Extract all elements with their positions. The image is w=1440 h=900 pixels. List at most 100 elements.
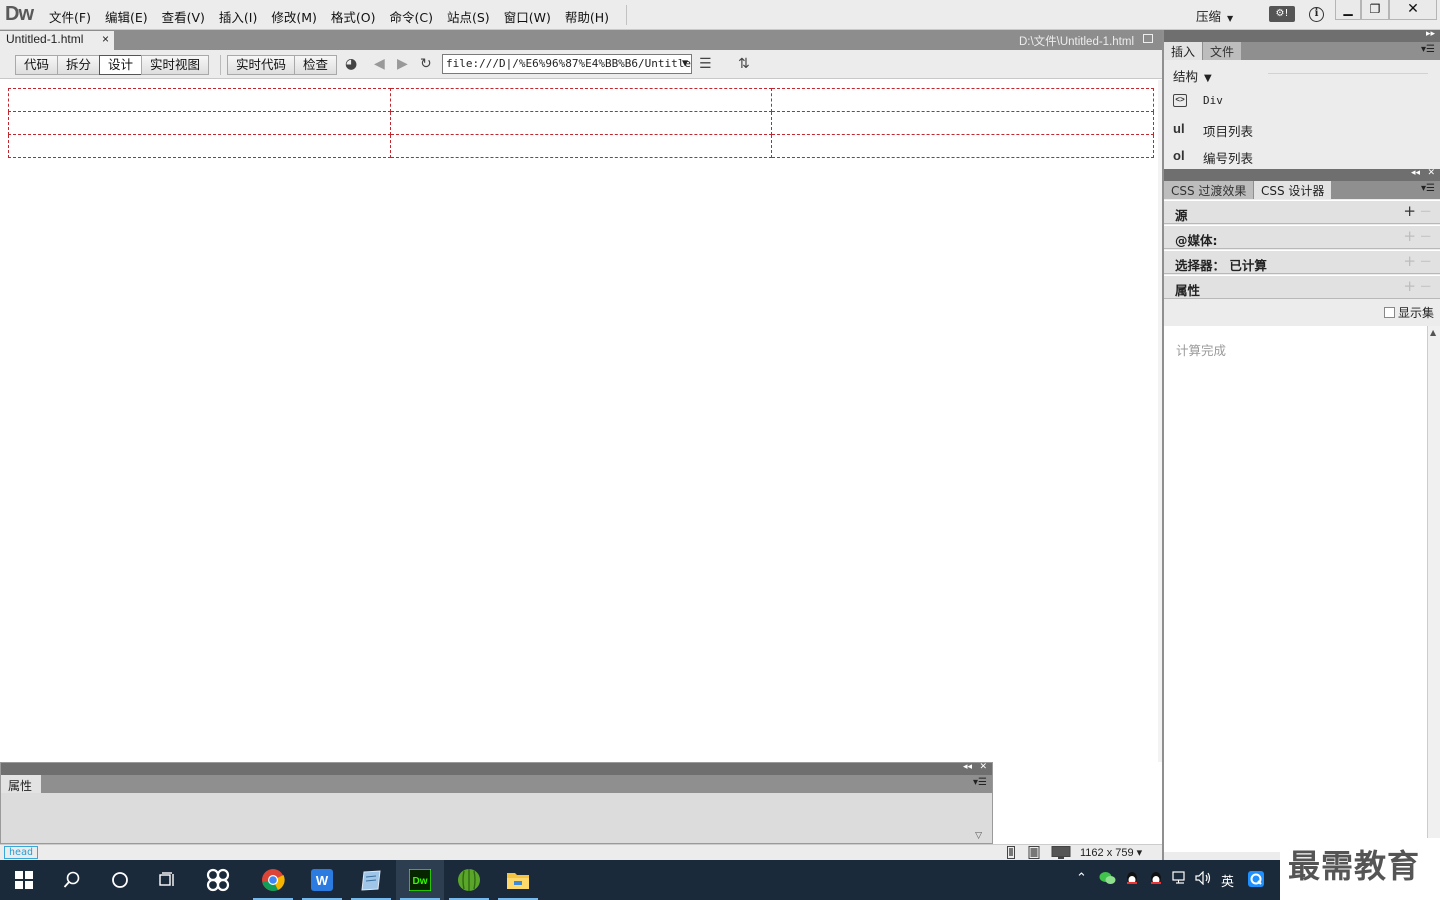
- design-canvas[interactable]: [0, 80, 1162, 762]
- menu-help[interactable]: 帮助(H): [558, 6, 616, 27]
- expand-icon[interactable]: ▽: [975, 831, 982, 841]
- menu-window[interactable]: 窗口(W): [497, 6, 558, 27]
- css-selectors-section[interactable]: 选择器： 已计算 + −: [1164, 250, 1440, 274]
- add-selector-button[interactable]: +: [1403, 252, 1416, 270]
- menu-format[interactable]: 格式(O): [324, 6, 383, 27]
- file-transfer-icon[interactable]: ⇅: [738, 56, 750, 72]
- css-sources-section[interactable]: 源 + −: [1164, 200, 1440, 224]
- add-property-button[interactable]: +: [1403, 277, 1416, 295]
- search-icon[interactable]: [48, 860, 96, 900]
- sync-settings-icon[interactable]: ⚙!: [1269, 6, 1295, 22]
- wps-writer-icon[interactable]: W: [298, 860, 346, 900]
- remove-selector-button[interactable]: −: [1419, 252, 1432, 270]
- css-media-section[interactable]: @媒体: + −: [1164, 225, 1440, 249]
- pinwheel-app-icon[interactable]: [194, 860, 242, 900]
- chevron-down-icon[interactable]: ▼: [682, 55, 688, 73]
- live-code-button[interactable]: 实时代码: [227, 55, 296, 75]
- back-arrow-icon[interactable]: ◀: [374, 56, 385, 72]
- split-view-button[interactable]: 拆分: [57, 55, 101, 75]
- table-cell[interactable]: [771, 134, 1154, 158]
- refresh-icon[interactable]: ↻: [420, 56, 432, 72]
- table-cell[interactable]: [8, 134, 391, 158]
- qq-browser-icon[interactable]: [1248, 871, 1264, 891]
- remove-source-button[interactable]: −: [1419, 202, 1432, 220]
- browser-preview-icon[interactable]: ◕: [345, 56, 357, 72]
- insert-unordered-list[interactable]: ul 项目列表: [1173, 119, 1433, 141]
- live-view-button[interactable]: 实时视图: [141, 55, 210, 75]
- insert-ordered-list[interactable]: ol 编号列表: [1173, 146, 1433, 168]
- address-field[interactable]: file:///D|/%E6%96%87%E4%BB%B6/Untitled ▼: [442, 54, 692, 74]
- qq-icon[interactable]: [1149, 871, 1163, 891]
- menu-site[interactable]: 站点(S): [440, 6, 497, 27]
- table-cell[interactable]: [771, 111, 1154, 135]
- restore-button[interactable]: ❐: [1361, 0, 1389, 20]
- wechat-icon[interactable]: [1099, 871, 1116, 889]
- close-icon[interactable]: ✕: [1427, 168, 1435, 178]
- table-cell[interactable]: [389, 134, 773, 158]
- add-source-button[interactable]: +: [1403, 202, 1416, 220]
- menu-insert[interactable]: 插入(I): [212, 6, 264, 27]
- qq-icon[interactable]: [1125, 871, 1139, 891]
- task-view-icon[interactable]: [144, 860, 192, 900]
- scroll-up-icon[interactable]: ▲: [1430, 328, 1436, 337]
- close-tab-icon[interactable]: ×: [102, 32, 109, 46]
- table-cell[interactable]: [8, 111, 391, 135]
- cortana-icon[interactable]: [96, 860, 144, 900]
- css-properties-section[interactable]: 属性 + −: [1164, 275, 1440, 299]
- tab-css-designer[interactable]: CSS 设计器: [1254, 181, 1332, 199]
- menu-file[interactable]: 文件(F): [42, 6, 98, 27]
- tab-css-transitions[interactable]: CSS 过渡效果: [1164, 181, 1254, 199]
- watermelon-app-icon[interactable]: [445, 860, 493, 900]
- table-cell[interactable]: [389, 88, 773, 112]
- tag-selector-head[interactable]: head: [4, 846, 39, 859]
- panel-menu-icon[interactable]: ▾☰: [1421, 183, 1435, 194]
- show-set-checkbox[interactable]: 显示集: [1383, 304, 1434, 321]
- design-view-button[interactable]: 设计: [99, 55, 143, 75]
- volume-icon[interactable]: [1195, 870, 1212, 889]
- vertical-scrollbar[interactable]: ▲: [1427, 326, 1440, 852]
- document-tab[interactable]: Untitled-1.html ×: [0, 31, 114, 50]
- tab-properties[interactable]: 属性: [1, 775, 41, 793]
- insert-category-dropdown[interactable]: 结构 ▼: [1173, 66, 1212, 85]
- menu-edit[interactable]: 编辑(E): [98, 6, 155, 27]
- menu-commands[interactable]: 命令(C): [383, 6, 440, 27]
- info-icon[interactable]: i: [1309, 7, 1324, 22]
- window-size-selector[interactable]: 1162 x 759 ▾: [1080, 846, 1142, 859]
- insert-div[interactable]: <> Div: [1173, 92, 1433, 114]
- table-cell[interactable]: [8, 88, 391, 112]
- expand-panel-icon[interactable]: ▸▸: [1426, 29, 1435, 39]
- close-icon[interactable]: ✕: [979, 762, 987, 772]
- insert-category-label: 结构: [1173, 69, 1199, 84]
- network-icon[interactable]: [1172, 871, 1188, 889]
- table-cell[interactable]: [771, 88, 1154, 112]
- close-button[interactable]: ✕: [1389, 0, 1437, 20]
- add-media-button[interactable]: +: [1403, 227, 1416, 245]
- restore-document-icon[interactable]: [1143, 34, 1153, 43]
- dreamweaver-icon[interactable]: Dw: [396, 860, 444, 900]
- tab-files[interactable]: 文件: [1203, 42, 1242, 60]
- file-explorer-icon[interactable]: [494, 860, 542, 900]
- minimize-button[interactable]: ▁: [1335, 0, 1361, 20]
- table-cell[interactable]: [389, 111, 773, 135]
- code-view-button[interactable]: 代码: [15, 55, 59, 75]
- workspace-switcher[interactable]: 压缩 ▼: [1188, 5, 1248, 25]
- chrome-icon[interactable]: [249, 860, 297, 900]
- tab-insert[interactable]: 插入: [1164, 42, 1203, 60]
- remove-property-button[interactable]: −: [1419, 277, 1432, 295]
- remove-media-button[interactable]: −: [1419, 227, 1432, 245]
- collapse-icon[interactable]: ◂◂: [963, 762, 972, 772]
- layout-table[interactable]: [8, 88, 1154, 158]
- collapse-icon[interactable]: ◂◂: [1411, 168, 1420, 178]
- menu-modify[interactable]: 修改(M): [264, 6, 324, 27]
- inspect-button[interactable]: 检查: [294, 55, 338, 75]
- input-language-indicator[interactable]: 英: [1221, 871, 1234, 890]
- start-button[interactable]: [0, 860, 48, 900]
- properties-tab-row: 属性 ▾☰: [1, 775, 992, 793]
- panel-menu-icon[interactable]: ▾☰: [973, 777, 987, 788]
- tray-expand-icon[interactable]: ⌃: [1076, 871, 1087, 886]
- forward-arrow-icon[interactable]: ▶: [397, 56, 408, 72]
- notepad-icon[interactable]: [347, 860, 395, 900]
- page-options-icon[interactable]: ☰: [699, 56, 712, 72]
- panel-menu-icon[interactable]: ▾☰: [1421, 44, 1435, 55]
- menu-view[interactable]: 查看(V): [155, 6, 212, 27]
